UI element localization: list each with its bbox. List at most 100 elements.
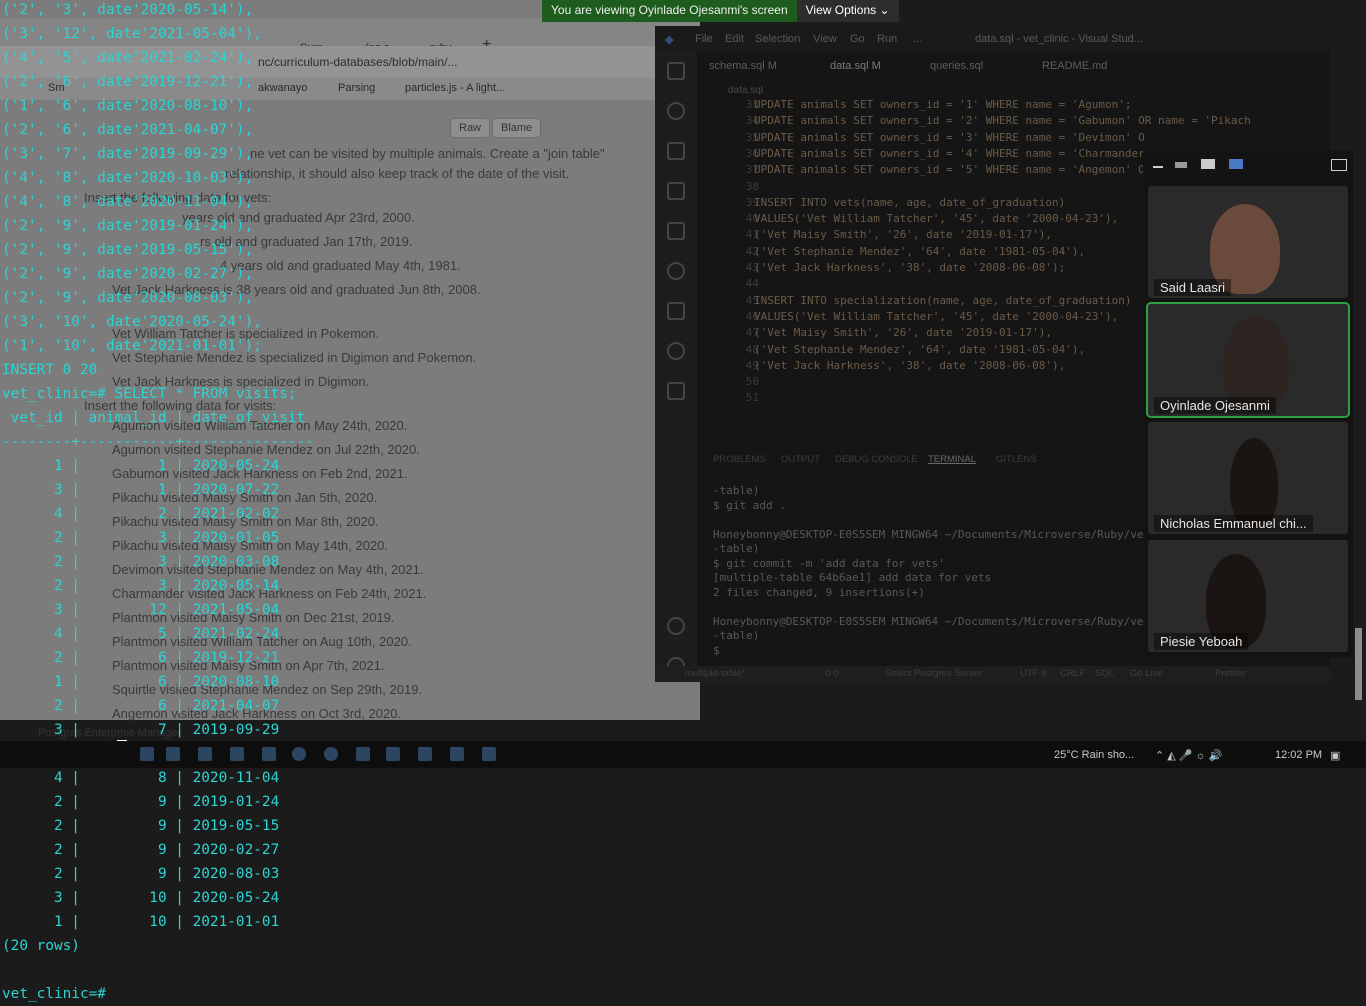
- encoding-status[interactable]: UTF-8: [1020, 668, 1047, 679]
- tab-readme[interactable]: README.md: [1042, 60, 1107, 72]
- taskbar-app-icon[interactable]: [356, 747, 370, 761]
- terminal-line: 2 files changed, 9 insertions(+): [713, 585, 925, 599]
- tab-problems[interactable]: PROBLEMS: [713, 454, 766, 465]
- terminal-line: ('3', '12', date'2021-05-04'),: [2, 26, 262, 42]
- terminal-line: ('3', '10', date'2020-05-24'),: [2, 314, 262, 330]
- terminal-line: $ git add .: [713, 498, 786, 512]
- tab-terminal[interactable]: TERMINAL: [928, 454, 976, 465]
- taskbar-app-icon[interactable]: [198, 747, 212, 761]
- window-title: data.sql - vet_clinic - Visual Stud...: [975, 33, 1143, 45]
- scrollbar[interactable]: [1355, 628, 1362, 700]
- code-line: ('Vet Maisy Smith', '26', date '2019-01-…: [754, 326, 1053, 340]
- terminal-line: 1 | 6 | 2020-08-10: [2, 674, 280, 690]
- participant-tile[interactable]: Oyinlade Ojesanmi: [1146, 302, 1350, 418]
- minimize-icon[interactable]: [1153, 166, 1163, 168]
- tab-schema-sql[interactable]: schema.sql M: [709, 60, 777, 72]
- gallery-view-icon[interactable]: [1229, 159, 1243, 169]
- go-live-button[interactable]: Go Live: [1130, 668, 1163, 679]
- taskbar-app-icon[interactable]: [386, 747, 400, 761]
- menu-edit[interactable]: Edit: [725, 33, 744, 45]
- breadcrumb[interactable]: data.sql: [728, 85, 763, 96]
- terminal-line: ('2', '9', date'2019-05-15'),: [2, 242, 254, 258]
- view-options-button[interactable]: View Options ⌄: [796, 0, 899, 22]
- participant-name: Nicholas Emmanuel chi...: [1154, 515, 1313, 532]
- line-number: 47: [745, 326, 759, 340]
- exit-fullscreen-icon[interactable]: [1331, 159, 1347, 171]
- problems-status[interactable]: 0 0: [825, 668, 838, 679]
- terminal-icon[interactable]: [262, 747, 276, 761]
- terminal-line: ('1', '10', date'2021-01-01');: [2, 338, 262, 354]
- file-explorer-icon[interactable]: [166, 747, 180, 761]
- tab-output[interactable]: OUTPUT: [781, 454, 820, 465]
- tab-debug-console[interactable]: DEBUG CONSOLE: [835, 454, 918, 465]
- code-line: ('Vet Jack Harkness', '38', date '2008-0…: [754, 261, 1066, 274]
- menu-more[interactable]: ...: [913, 33, 922, 45]
- menu-selection[interactable]: Selection: [755, 33, 800, 45]
- menu-run[interactable]: Run: [877, 33, 897, 45]
- taskbar-app-icon[interactable]: [140, 747, 154, 761]
- chrome-icon[interactable]: [324, 747, 338, 761]
- line-number: 42: [745, 244, 759, 258]
- terminal-line: ('4', '5', date'2021-02-24'),: [2, 50, 254, 66]
- strip-view-icon[interactable]: [1201, 159, 1215, 169]
- participant-tile[interactable]: Piesie Yeboah: [1148, 540, 1348, 652]
- menu-go[interactable]: Go: [850, 33, 865, 45]
- terminal-line: -table): [713, 484, 760, 497]
- terminal-line: 1 | 10 | 2021-01-01: [2, 914, 280, 930]
- line-number: 44: [745, 277, 759, 291]
- terminal-line: 4 | 8 | 2020-11-04: [2, 770, 280, 786]
- participants-panel: Said Laasri Oyinlade Ojesanmi Nicholas E…: [1143, 150, 1353, 658]
- line-number: 45: [745, 293, 759, 307]
- tab-data-sql[interactable]: data.sql M: [830, 60, 881, 72]
- line-number: 33: [745, 98, 759, 111]
- participant-name: Said Laasri: [1154, 279, 1232, 296]
- line-number: 34: [745, 114, 759, 128]
- terminal-line: ('2', '9', date'2019-01-24'),: [2, 218, 254, 234]
- tab-queries-sql[interactable]: queries.sql: [930, 60, 983, 72]
- menu-view[interactable]: View: [813, 33, 837, 45]
- prettier-status[interactable]: Prettier: [1215, 668, 1246, 679]
- terminal-line: 3 | 12 | 2021-05-04: [2, 602, 280, 618]
- chevron-down-icon: ⌄: [879, 3, 890, 17]
- chrome-icon[interactable]: [292, 747, 306, 761]
- weather-widget[interactable]: 25°C Rain sho...: [1054, 749, 1134, 761]
- line-number: 37: [745, 163, 759, 177]
- notification-icon[interactable]: ▣: [1330, 749, 1340, 762]
- participant-tile[interactable]: Said Laasri: [1148, 186, 1348, 298]
- code-line: UPDATE animals SET owners_id = '3' WHERE…: [754, 130, 1145, 144]
- tab-gitlens[interactable]: GITLENS: [996, 454, 1037, 465]
- line-number: 40: [745, 212, 759, 226]
- line-number: 50: [745, 375, 759, 389]
- code-line: UPDATE animals SET owners_id = '1' WHERE…: [754, 98, 1132, 111]
- participant-tile[interactable]: Nicholas Emmanuel chi...: [1148, 422, 1348, 534]
- taskbar-app-icon[interactable]: [230, 747, 244, 761]
- taskbar-app-icon[interactable]: [450, 747, 464, 761]
- editor-tabs: schema.sql M data.sql M queries.sql READ…: [697, 54, 1330, 80]
- participant-name: Piesie Yeboah: [1154, 633, 1249, 650]
- terminal-line: -table): [713, 629, 760, 642]
- system-tray-icons[interactable]: ⌃ ◭ 🎤 ☼ 🔊: [1155, 749, 1222, 762]
- language-status[interactable]: SQL: [1095, 668, 1114, 679]
- terminal-line: -table): [713, 542, 760, 555]
- line-number: 46: [745, 309, 759, 323]
- terminal-line: 2 | 3 | 2020-01-05: [2, 530, 280, 546]
- code-line: VALUES('Vet William Tatcher', '45', date…: [754, 212, 1119, 226]
- line-number: 36: [745, 146, 759, 160]
- code-line: INSERT INTO specialization(name, age, da…: [754, 293, 1132, 307]
- status-bar: multiple-table* 0 0 Select Postgres Serv…: [655, 666, 1330, 682]
- postgres-server-status[interactable]: Select Postgres Server: [885, 668, 982, 679]
- terminal-line: 3 | 7 | 2019-09-29: [2, 722, 280, 738]
- zoom-icon[interactable]: [482, 747, 496, 761]
- terminal-line: ('1', '6', date'2020-08-10'),: [2, 98, 254, 114]
- taskbar-app-icon[interactable]: [418, 747, 432, 761]
- terminal-line: 2 | 9 | 2019-05-15: [2, 818, 280, 834]
- terminal-line: --------+-----------+---------------: [2, 434, 314, 450]
- view-options-label: View Options: [805, 3, 877, 17]
- terminal-line: ('2', '9', date'2020-08-03'),: [2, 290, 254, 306]
- line-number: 35: [745, 130, 759, 144]
- speaker-view-icon[interactable]: [1175, 162, 1187, 168]
- clock[interactable]: 12:02 PM: [1275, 749, 1322, 761]
- line-number: 49: [745, 358, 759, 372]
- terminal-line: 3 | 1 | 2020-07-22: [2, 482, 280, 498]
- eol-status[interactable]: CRLF: [1060, 668, 1085, 679]
